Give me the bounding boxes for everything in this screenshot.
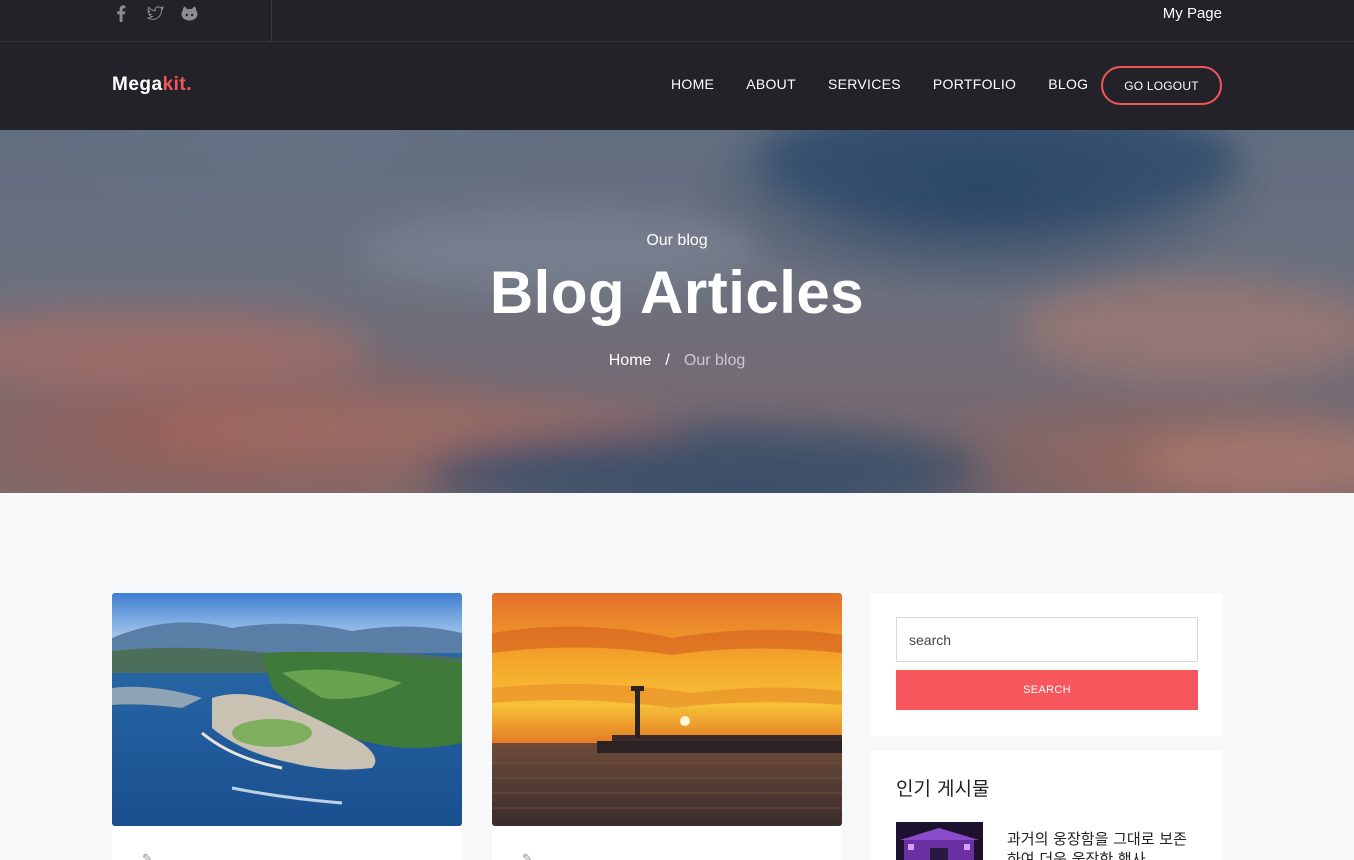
breadcrumb-current: Our blog xyxy=(683,352,746,369)
page-title: Blog Articles xyxy=(489,259,865,326)
breadcrumb: Home / Our blog xyxy=(0,352,1354,370)
sunset-pier-photo[interactable] xyxy=(492,593,842,826)
github-icon[interactable] xyxy=(180,4,198,22)
coastal-town-aerial-photo[interactable] xyxy=(112,593,462,826)
nav-menu: HOME ABOUT SERVICES PORTFOLIO BLOG xyxy=(655,76,1104,92)
post-meta: ✎ xyxy=(142,851,153,860)
logo-accent-text: kit. xyxy=(162,74,193,95)
popular-post-title[interactable]: 과거의 웅장함을 그대로 보존하여 더욱 웅장한 행사 xyxy=(1007,829,1197,860)
my-page-link[interactable]: My Page xyxy=(1163,5,1222,22)
hero-subtitle: Our blog xyxy=(646,232,708,249)
social-links xyxy=(112,4,198,22)
topbar-divider xyxy=(271,0,272,42)
nav-item-home[interactable]: HOME xyxy=(655,76,730,92)
main-navbar: Megakit. HOME ABOUT SERVICES PORTFOLIO B… xyxy=(0,42,1354,130)
post-meta: ✎ xyxy=(522,851,533,860)
hero-banner: Our blog Blog Articles Home / Our blog xyxy=(0,130,1354,493)
popular-posts-widget: 인기 게시물 과거의 웅장함을 그대로 보존하여 더욱 웅장한 행사 xyxy=(871,751,1223,860)
popular-posts-heading: 인기 게시물 xyxy=(896,778,990,800)
breadcrumb-separator: / xyxy=(665,352,670,369)
nav-item-about[interactable]: ABOUT xyxy=(730,76,812,92)
search-widget: SEARCH xyxy=(871,593,1223,736)
search-button[interactable]: SEARCH xyxy=(896,670,1198,710)
pencil-icon: ✎ xyxy=(142,851,153,860)
blog-card[interactable]: ✎ xyxy=(112,593,462,860)
top-bar: My Page xyxy=(0,0,1354,42)
twitter-icon[interactable] xyxy=(146,4,164,22)
breadcrumb-home-link[interactable]: Home xyxy=(609,352,652,370)
facebook-icon[interactable] xyxy=(112,4,130,22)
blog-card[interactable]: ✎ xyxy=(492,593,842,860)
nav-item-blog[interactable]: BLOG xyxy=(1032,76,1104,92)
logo-main-text: Mega xyxy=(112,74,163,95)
logout-button[interactable]: GO LOGOUT xyxy=(1101,66,1222,105)
site-logo[interactable]: Megakit. xyxy=(112,74,192,96)
hero-content: Our blog Blog Articles Home / Our blog xyxy=(0,130,1354,493)
search-input[interactable] xyxy=(896,617,1198,662)
nav-item-portfolio[interactable]: PORTFOLIO xyxy=(917,76,1032,92)
pencil-icon: ✎ xyxy=(522,851,533,860)
nav-item-services[interactable]: SERVICES xyxy=(812,76,917,92)
popular-post-thumbnail[interactable] xyxy=(896,822,983,860)
